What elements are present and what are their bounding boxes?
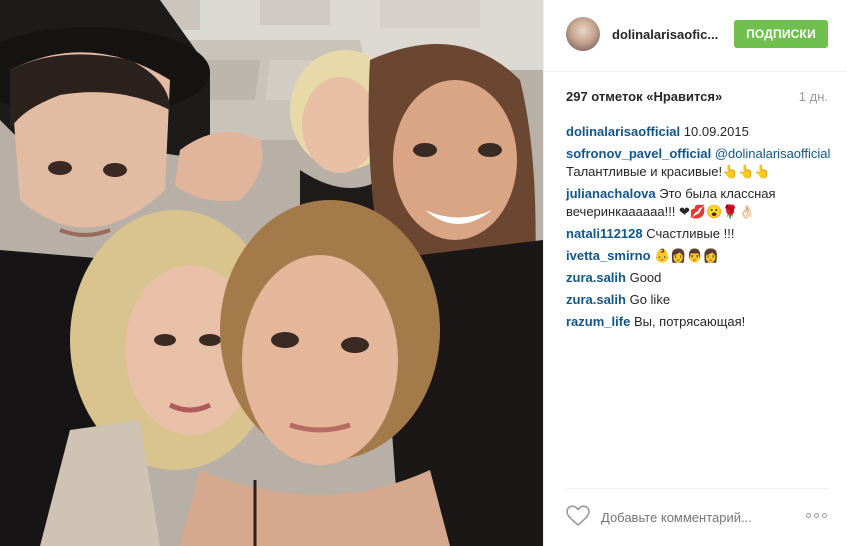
comment-text: Good [629,270,662,285]
comment-username[interactable]: sofronov_pavel_official [566,146,711,161]
comment-username[interactable]: zura.salih [566,292,626,307]
comment-username[interactable]: razum_life [566,314,630,329]
comment-text: 10.09.2015 [683,124,749,139]
photo-illustration [0,0,543,546]
comment-mention[interactable]: @dolinalarisaofficial [715,146,831,161]
comment-item: zura.salih Good [566,269,836,287]
comment-item: natali112128 Счастливые !!! [566,225,836,243]
comment-input[interactable] [601,507,771,527]
comment-text: Счастливые !!! [646,226,735,241]
instagram-post-modal: dolinalarisaofic... ПОДПИСКИ 297 отметок… [0,0,847,546]
comment-username[interactable]: ivetta_smirno [566,248,651,263]
post-timestamp[interactable]: 1 дн. [799,89,828,104]
comment-text: Вы, потрясающая! [633,314,746,329]
comment-username[interactable]: julianachalova [566,186,656,201]
author-username[interactable]: dolinalarisaofic... [612,27,737,42]
comment-text: Талантливые и красивые!👆👆👆 [566,164,771,179]
comment-text: Go like [629,292,671,307]
comment-item: ivetta_smirno 👶👩👨👩 [566,247,836,265]
follow-button[interactable]: ПОДПИСКИ [734,20,828,48]
comment-text: 👶👩👨👩 [654,248,719,263]
comment-item: julianachalova Это была классная вечерин… [566,185,836,221]
heart-outline-icon[interactable] [566,505,590,527]
comments-list: dolinalarisaofficial 10.09.2015 sofronov… [566,123,836,335]
post-footer [566,488,828,544]
avatar[interactable] [566,17,600,51]
comment-username[interactable]: zura.salih [566,270,626,285]
comment-item: sofronov_pavel_official @dolinalarisaoff… [566,145,836,181]
post-header: dolinalarisaofic... ПОДПИСКИ [544,0,847,72]
comment-username[interactable]: dolinalarisaofficial [566,124,680,139]
comment-item: razum_life Вы, потрясающая! [566,313,836,331]
comment-item: dolinalarisaofficial 10.09.2015 [566,123,836,141]
more-dots-icon[interactable] [806,513,828,519]
likes-row: 297 отметок «Нравится» 1 дн. [566,89,828,107]
comment-item: zura.salih Go like [566,291,836,309]
likes-count[interactable]: 297 отметок «Нравится» [566,89,722,104]
post-sidebar: dolinalarisaofic... ПОДПИСКИ 297 отметок… [543,0,847,546]
post-photo[interactable] [0,0,543,546]
comment-username[interactable]: natali112128 [566,226,643,241]
